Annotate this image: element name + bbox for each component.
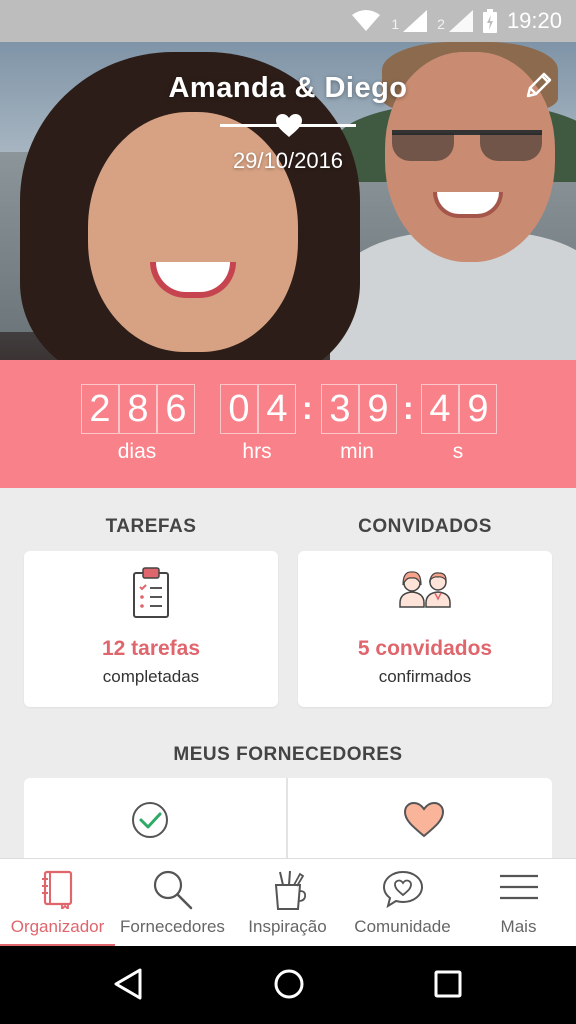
nav-label: Organizador xyxy=(10,917,105,936)
notebook-icon xyxy=(40,869,76,914)
countdown-digit: 9 xyxy=(459,384,497,434)
check-circle-icon xyxy=(130,800,170,845)
home-icon[interactable] xyxy=(272,966,306,1007)
countdown-digit: 9 xyxy=(359,384,397,434)
recents-icon[interactable] xyxy=(432,966,464,1007)
countdown-digit: 4 xyxy=(258,384,296,434)
bottom-navigation: Organizador Fornecedores Inspiração Comu… xyxy=(0,858,576,947)
nav-label: Inspiração xyxy=(248,917,327,936)
tasks-card[interactable]: 12 tarefas completadas xyxy=(24,551,278,707)
nav-mais[interactable]: Mais xyxy=(461,859,576,947)
guests-count: 5 convidados xyxy=(357,637,493,660)
edit-pencil-icon[interactable] xyxy=(524,70,554,105)
nav-fornecedores[interactable]: Fornecedores xyxy=(115,859,230,947)
guests-title: CONVIDADOS xyxy=(358,516,492,537)
tasks-status: completadas xyxy=(102,667,200,686)
wedding-date: 29/10/2016 xyxy=(232,148,344,173)
nav-comunidade[interactable]: Comunidade xyxy=(345,859,460,947)
nav-inspiracao[interactable]: Inspiração xyxy=(230,859,345,947)
countdown-digit: 6 xyxy=(157,384,195,434)
vendors-favorite-tile[interactable] xyxy=(288,778,552,860)
clock: 19:20 xyxy=(506,8,562,33)
nav-label: Mais xyxy=(500,917,537,936)
heart-icon xyxy=(403,801,445,843)
search-icon xyxy=(151,869,195,916)
sim2-label: 2 xyxy=(437,16,445,32)
countdown-digit: 0 xyxy=(220,384,258,434)
nav-label: Comunidade xyxy=(354,917,451,936)
countdown-separator: : xyxy=(302,390,313,426)
nav-label: Fornecedores xyxy=(120,917,225,936)
countdown-digit: 2 xyxy=(81,384,119,434)
chat-heart-icon xyxy=(382,869,424,914)
seconds-label: s xyxy=(452,440,464,463)
countdown-digit: 8 xyxy=(119,384,157,434)
status-bar: 1 2 19:20 xyxy=(0,0,576,42)
guests-couple-icon xyxy=(397,567,453,616)
minutes-label: min xyxy=(340,440,374,463)
guests-card[interactable]: 5 convidados confirmados xyxy=(298,551,552,707)
wedding-countdown: 2 8 6 0 4 : 3 9 : 4 9 dias hrs min s xyxy=(0,360,576,488)
hours-label: hrs xyxy=(242,440,272,463)
couple-names: Amanda & Diego xyxy=(168,72,408,104)
countdown-separator: : xyxy=(403,390,414,426)
system-navigation-bar xyxy=(0,946,576,1024)
guests-status: confirmados xyxy=(378,667,472,686)
vendors-title: MEUS FORNECEDORES xyxy=(173,744,403,765)
couple-photo-header: Amanda & Diego 29/10/2016 xyxy=(0,42,576,360)
signal-sim1-icon: 1 xyxy=(391,10,428,32)
vendors-card xyxy=(24,778,552,860)
days-label: dias xyxy=(117,440,157,463)
tasks-count: 12 tarefas xyxy=(101,637,201,660)
countdown-digit: 4 xyxy=(421,384,459,434)
heart-icon xyxy=(276,114,302,143)
sim1-label: 1 xyxy=(391,16,400,32)
signal-sim2-icon: 2 xyxy=(437,10,473,32)
nav-organizador[interactable]: Organizador xyxy=(0,859,115,947)
vendors-hired-tile[interactable] xyxy=(24,778,286,860)
clipboard-checklist-icon xyxy=(131,567,171,624)
back-icon[interactable] xyxy=(112,966,144,1007)
countdown-digit: 3 xyxy=(321,384,359,434)
battery-icon xyxy=(482,9,497,33)
menu-icon xyxy=(499,869,539,910)
wifi-icon xyxy=(351,9,381,33)
brush-cup-icon xyxy=(270,869,306,916)
tasks-title: TAREFAS xyxy=(105,516,197,537)
